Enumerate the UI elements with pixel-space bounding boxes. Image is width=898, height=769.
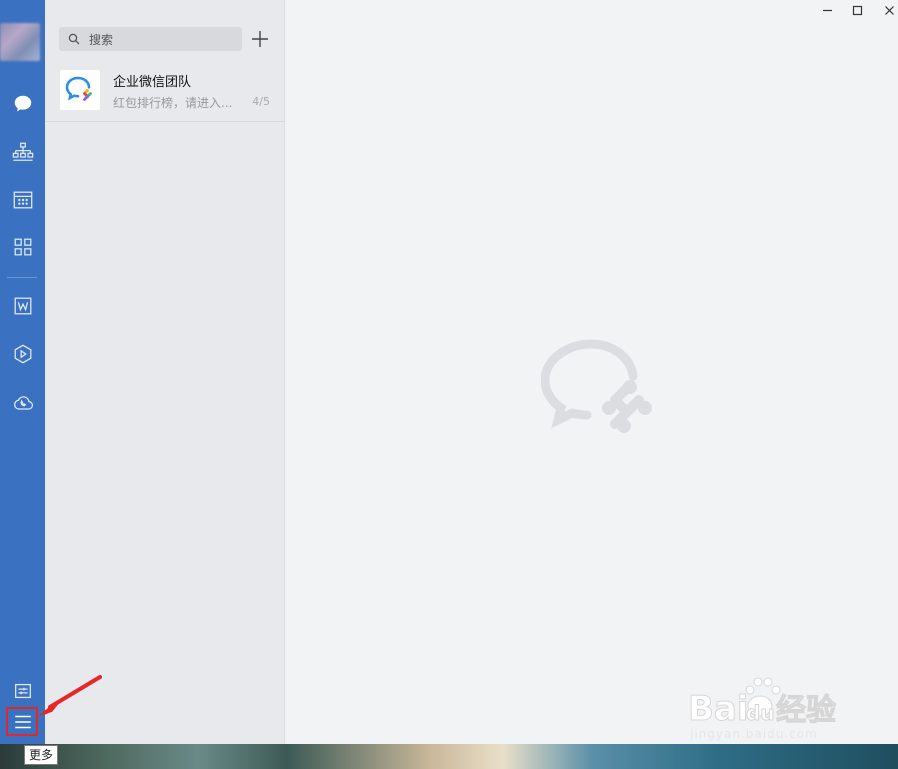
more-tooltip: 更多 [24, 745, 59, 765]
nav-calendar[interactable] [0, 180, 45, 220]
org-chart-icon [12, 142, 33, 161]
app-window: 搜索 企业微信团队 红包排行榜，请进入... 4/5 [0, 0, 898, 744]
search-icon [68, 33, 80, 45]
nav-workbench[interactable] [0, 334, 45, 374]
wecom-placeholder-logo [541, 339, 652, 433]
maximize-button[interactable] [847, 2, 867, 18]
cloud-phone-icon [13, 396, 33, 410]
workbench-icon [14, 344, 31, 364]
user-avatar[interactable] [0, 23, 40, 61]
message-icon [14, 95, 31, 112]
document-icon [14, 297, 31, 315]
close-button[interactable] [879, 2, 898, 18]
minimize-button[interactable] [817, 2, 837, 18]
apps-grid-icon [14, 238, 31, 256]
svg-text:Bai: Bai [688, 689, 749, 729]
more-highlight-box [6, 707, 38, 736]
nav-documents[interactable] [0, 286, 45, 326]
wecom-logo-icon [65, 76, 92, 101]
settings-sliders-icon [14, 683, 31, 699]
red-arrow-annotation [38, 675, 102, 716]
conversation-name: 企业微信团队 [113, 75, 192, 90]
search-placeholder: 搜索 [89, 32, 114, 47]
close-icon [884, 5, 894, 15]
svg-text:du: du [746, 701, 775, 725]
minimize-icon [822, 9, 832, 11]
svg-text:经验: 经验 [776, 693, 836, 728]
nav-divider [7, 277, 37, 278]
add-button[interactable] [250, 29, 270, 49]
maximize-icon [852, 5, 862, 15]
left-nav [0, 0, 45, 744]
nav-cloud-phone[interactable] [0, 383, 45, 423]
list-item[interactable]: 企业微信团队 红包排行榜，请进入... 4/5 [45, 61, 284, 122]
nav-apps[interactable] [0, 227, 45, 267]
desktop-wallpaper [0, 744, 898, 769]
conversation-preview: 红包排行榜，请进入... [113, 96, 233, 110]
conversation-time: 4/5 [252, 95, 270, 108]
search-input[interactable]: 搜索 [59, 27, 242, 51]
wecom-team-avatar [60, 70, 100, 110]
nav-contacts[interactable] [0, 132, 45, 172]
nav-messages[interactable] [0, 84, 45, 124]
conversation-panel: 搜索 企业微信团队 红包排行榜，请进入... 4/5 [45, 0, 285, 744]
watermark-url: jingyan.baidu.com [690, 727, 818, 741]
calendar-icon [13, 191, 32, 209]
chat-main-area [285, 0, 898, 744]
